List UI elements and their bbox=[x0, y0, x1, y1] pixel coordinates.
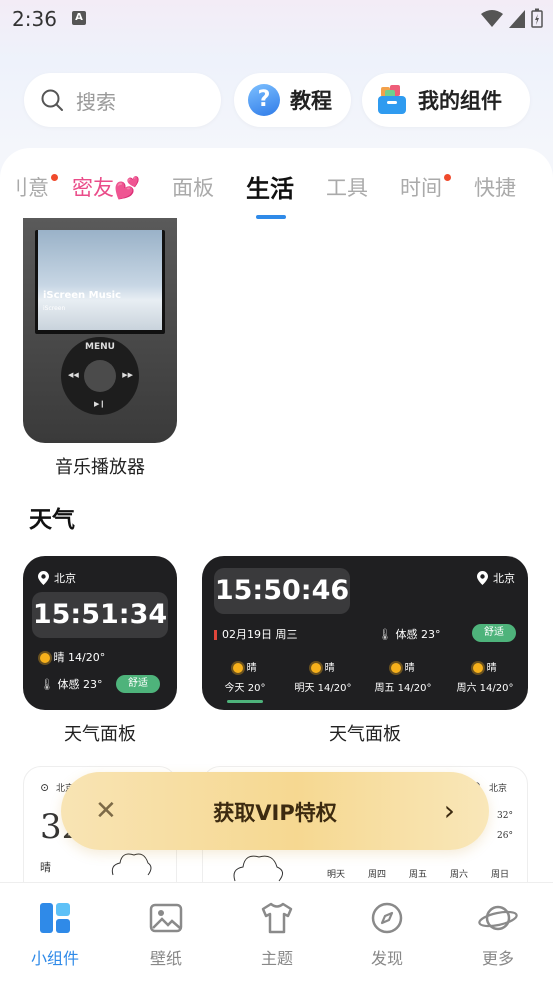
widgets-icon bbox=[40, 903, 70, 933]
widget-box-icon bbox=[378, 85, 406, 114]
wheel-center bbox=[84, 360, 116, 392]
compass-icon bbox=[371, 902, 403, 934]
vip-banner[interactable]: ✕ 获取VIP特权 › bbox=[61, 772, 489, 850]
bottom-nav: 小组件 壁纸 主题 发现 更多 bbox=[0, 882, 553, 983]
comfort-badge: 舒适 bbox=[116, 675, 160, 693]
nav-widgets[interactable]: 小组件 bbox=[10, 901, 100, 969]
nav-label: 壁纸 bbox=[149, 949, 182, 968]
click-wheel: MENU ◀◀ ▶▶ ▶❙ bbox=[61, 337, 139, 415]
sun-icon bbox=[391, 663, 402, 673]
status-bar: 2:36 A bbox=[0, 0, 553, 38]
tab-tools[interactable]: 工具 bbox=[326, 172, 368, 202]
tab-life[interactable]: 生活 bbox=[246, 169, 294, 204]
forecast-day: 晴 今天 20° bbox=[214, 659, 276, 703]
nav-label: 小组件 bbox=[30, 949, 79, 968]
my-widgets-button[interactable]: 我的组件 bbox=[362, 73, 530, 127]
weather-large-caption: 天气面板 bbox=[329, 724, 401, 745]
clock: 15:50:46 bbox=[214, 568, 350, 614]
nav-label: 主题 bbox=[260, 949, 293, 968]
status-icons bbox=[481, 8, 543, 28]
image-icon bbox=[149, 903, 183, 933]
forecast-day: 明天 bbox=[327, 870, 346, 880]
city-label: 北京 bbox=[493, 572, 515, 585]
nav-label: 更多 bbox=[481, 949, 514, 968]
a-notification-icon: A bbox=[72, 11, 86, 25]
comfort-badge: 舒适 bbox=[472, 624, 516, 642]
forecast-day: 晴 周六 14/20° bbox=[456, 663, 514, 694]
sun-icon bbox=[473, 663, 484, 673]
status-time: 2:36 bbox=[12, 7, 57, 31]
forecast-day: 周五 bbox=[409, 870, 428, 880]
music-screen-title: iScreen Music bbox=[43, 290, 122, 301]
active-tab-indicator bbox=[256, 215, 286, 219]
city-label: 北京 bbox=[54, 572, 76, 585]
feels-like: 🌡 体感 23° bbox=[378, 628, 441, 641]
tab-panel[interactable]: 面板 bbox=[172, 172, 214, 202]
planet-icon bbox=[478, 905, 518, 931]
nav-more[interactable]: 更多 bbox=[453, 901, 543, 969]
weather-widget-large[interactable]: 15:50:46 北京 02月19日 周三 🌡 体感 23° 舒适 晴 今天 2… bbox=[202, 556, 528, 710]
weather-section-title: 天气 bbox=[29, 507, 75, 533]
tab-shortcut[interactable]: 快捷 bbox=[474, 172, 516, 202]
tutorial-button[interactable]: ? 教程 bbox=[234, 73, 351, 127]
weather-small-caption: 天气面板 bbox=[64, 724, 136, 745]
wifi-icon bbox=[481, 10, 503, 27]
city-label: 北京 bbox=[489, 784, 508, 794]
next-icon: ▶▶ bbox=[122, 371, 133, 379]
high-temp: 32° bbox=[497, 811, 513, 821]
vip-banner-label: 获取VIP特权 bbox=[213, 801, 337, 825]
search-icon bbox=[41, 89, 63, 111]
thermometer-icon: 🌡 bbox=[40, 678, 54, 691]
menu-label: MENU bbox=[85, 342, 115, 352]
play-pause-icon: ▶❙ bbox=[94, 400, 106, 408]
music-screen-sub: iScreen bbox=[43, 305, 66, 312]
tab-creative[interactable]: 刂意 bbox=[7, 172, 58, 202]
music-screen: iScreen Music iScreen bbox=[35, 230, 165, 334]
forecast-day: 晴 明天 14/20° bbox=[294, 663, 352, 694]
tutorial-label: 教程 bbox=[290, 89, 332, 113]
date: 02月19日 周三 bbox=[214, 626, 298, 642]
widget-sheet: 刂意 密友💕 面板 生活 工具 时间 快捷 iScreen Music iScr… bbox=[0, 148, 553, 983]
tab-time[interactable]: 时间 bbox=[400, 172, 451, 202]
tab-bestie[interactable]: 密友💕 bbox=[72, 172, 140, 202]
clock: 15:51:34 bbox=[32, 592, 168, 638]
location-pin-icon bbox=[38, 571, 49, 585]
sun-icon bbox=[40, 653, 50, 663]
location-pin-icon: ⊙ bbox=[40, 781, 50, 794]
location-pin-icon bbox=[477, 571, 488, 585]
forecast-day: 周日 bbox=[491, 870, 510, 880]
low-temp: 26° bbox=[497, 831, 513, 841]
new-dot bbox=[444, 174, 451, 181]
feels-like: 🌡 体感 23° bbox=[40, 678, 103, 691]
search-bar[interactable]: 搜索 bbox=[24, 73, 221, 127]
music-widget-caption: 音乐播放器 bbox=[55, 457, 145, 478]
chevron-right-icon: › bbox=[443, 794, 455, 827]
location: 北京 bbox=[38, 570, 76, 586]
location: 北京 bbox=[477, 570, 515, 586]
nav-theme[interactable]: 主题 bbox=[232, 901, 322, 969]
forecast-day: 周六 bbox=[450, 870, 469, 880]
battery-icon bbox=[531, 8, 543, 28]
nav-wallpaper[interactable]: 壁纸 bbox=[121, 901, 211, 969]
search-placeholder: 搜索 bbox=[76, 89, 116, 114]
condition: 晴 14/20° bbox=[40, 649, 105, 665]
help-icon: ? bbox=[248, 84, 280, 116]
sun-icon bbox=[311, 663, 322, 673]
prev-icon: ◀◀ bbox=[68, 371, 79, 379]
cloud-doodle-icon bbox=[233, 855, 283, 882]
tshirt-icon bbox=[261, 902, 293, 934]
my-widgets-label: 我的组件 bbox=[418, 89, 502, 113]
sun-icon bbox=[233, 663, 244, 673]
forecast-day: 晴 周五 14/20° bbox=[374, 663, 432, 694]
nav-discover[interactable]: 发现 bbox=[342, 901, 432, 969]
cloud-doodle-icon bbox=[111, 853, 152, 876]
nav-label: 发现 bbox=[370, 949, 403, 968]
music-player-widget[interactable]: iScreen Music iScreen MENU ◀◀ ▶▶ ▶❙ bbox=[23, 218, 177, 443]
condition: 晴 bbox=[40, 861, 51, 874]
forecast-day: 周四 bbox=[368, 870, 387, 880]
weather-widget-small[interactable]: 北京 15:51:34 晴 14/20° 🌡 体感 23° 舒适 bbox=[23, 556, 177, 710]
new-dot bbox=[51, 174, 58, 181]
thermometer-icon: 🌡 bbox=[378, 628, 392, 641]
signal-icon bbox=[509, 10, 525, 28]
